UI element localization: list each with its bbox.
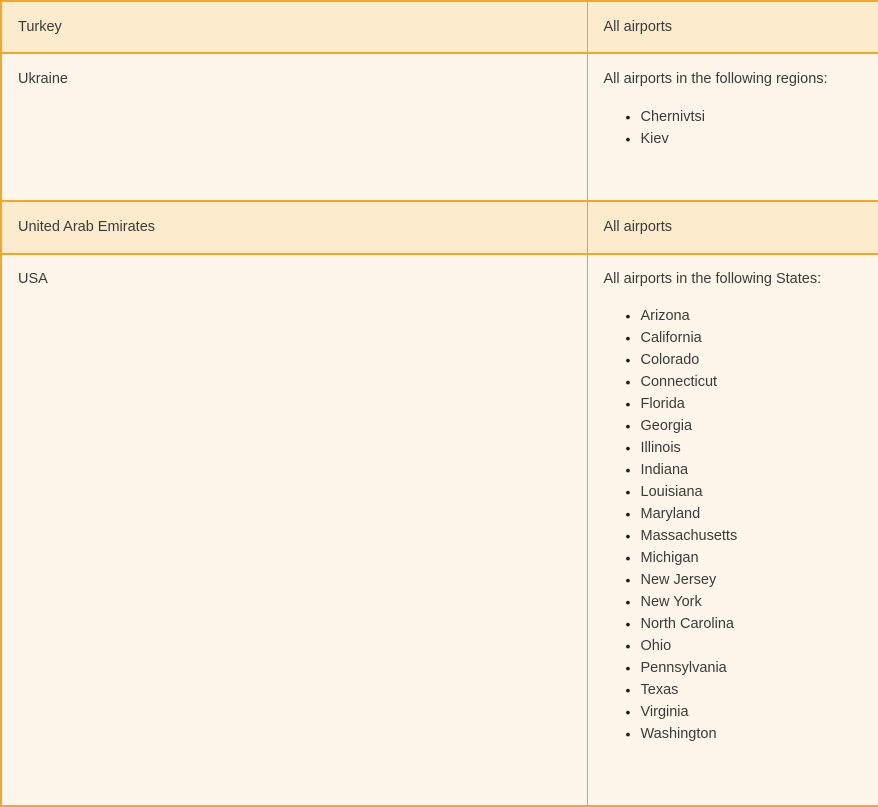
airports-cell-inner: All airports [588,2,878,52]
list-item: New Jersey [641,569,864,591]
list-item: Ohio [641,635,864,657]
list-item: Arizona [641,305,864,327]
table-row: Ukraine All airports in the following re… [1,53,878,201]
country-cell: Turkey [1,1,587,53]
country-name: United Arab Emirates [18,217,571,237]
country-airports-table: Turkey All airports Ukraine All airports… [0,0,878,807]
list-item: Illinois [641,437,864,459]
country-name: Ukraine [18,69,571,89]
airports-cell: All airports in the following States: Ar… [587,254,878,806]
list-item: Indiana [641,459,864,481]
list-item: Virginia [641,701,864,723]
table-body: Turkey All airports Ukraine All airports… [1,1,878,806]
list-item: Connecticut [641,371,864,393]
airports-state-list: Arizona California Colorado Connecticut … [604,305,864,745]
country-cell: USA [1,254,587,806]
country-cell-inner: Ukraine [2,54,587,200]
list-item: Maryland [641,503,864,525]
list-item: Texas [641,679,864,701]
country-cell-inner: United Arab Emirates [2,202,587,252]
airports-lead-text: All airports in the following regions: [604,69,864,89]
list-item: Colorado [641,349,864,371]
list-item: North Carolina [641,613,864,635]
airports-cell: All airports in the following regions: C… [587,53,878,201]
airports-cell-inner: All airports in the following States: Ar… [588,255,878,805]
airports-cell: All airports [587,1,878,53]
list-item: Georgia [641,415,864,437]
country-name: USA [18,269,571,289]
airports-lead-text: All airports [604,17,864,37]
airports-lead-text: All airports in the following States: [604,269,864,289]
list-item: Pennsylvania [641,657,864,679]
table-row: USA All airports in the following States… [1,254,878,806]
list-item: Kiev [641,128,864,150]
list-item: Louisiana [641,481,864,503]
list-item: California [641,327,864,349]
country-cell: United Arab Emirates [1,201,587,253]
table-row: Turkey All airports [1,1,878,53]
country-cell: Ukraine [1,53,587,201]
airports-region-list: Chernivtsi Kiev [604,106,864,150]
list-item: Chernivtsi [641,106,864,128]
list-item: Michigan [641,547,864,569]
airports-cell: All airports [587,201,878,253]
country-name: Turkey [18,17,571,37]
list-item: Florida [641,393,864,415]
airports-cell-inner: All airports in the following regions: C… [588,54,878,200]
list-item: Washington [641,723,864,745]
airports-lead-text: All airports [604,217,864,237]
list-item: New York [641,591,864,613]
airports-cell-inner: All airports [588,202,878,252]
country-cell-inner: USA [2,255,587,805]
country-cell-inner: Turkey [2,2,587,52]
table-row: United Arab Emirates All airports [1,201,878,253]
list-item: Massachusetts [641,525,864,547]
